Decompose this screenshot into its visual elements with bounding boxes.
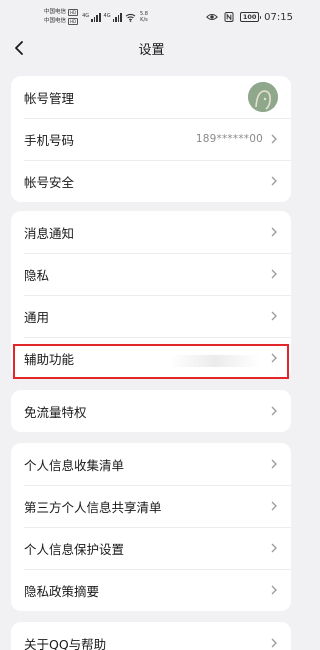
back-button[interactable] — [10, 39, 28, 57]
status-right: 100 07:15 — [206, 12, 293, 23]
network-type-1: 4G — [82, 12, 90, 19]
row-label: 关于QQ与帮助 — [24, 636, 107, 650]
third-party-sharing-item[interactable]: 第三方个人信息共享清单 — [11, 485, 291, 527]
nav-bar: 设置 — [0, 34, 303, 62]
row-label: 个人信息保护设置 — [24, 541, 125, 557]
nfc-icon — [224, 12, 234, 22]
row-label: 消息通知 — [24, 225, 75, 241]
account-card: 帐号管理 手机号码 189******00 帐号安全 — [11, 76, 291, 202]
row-label: 通用 — [24, 309, 50, 325]
chevron-right-icon — [271, 134, 277, 144]
about-help-item[interactable]: 关于QQ与帮助 — [11, 622, 291, 650]
general-card: 消息通知 隐私 通用 辅助功能 — [11, 211, 291, 379]
about-card: 关于QQ与帮助 — [11, 622, 291, 650]
row-label: 隐私 — [24, 267, 50, 283]
carrier-name-1: 中国电信 — [44, 8, 67, 15]
chevron-right-icon — [271, 353, 277, 363]
chevron-right-icon — [271, 311, 277, 321]
carrier-list: 中国电信 HD 中国电信 HD — [44, 8, 79, 25]
hd-badge-2: HD — [68, 18, 79, 25]
carrier-name-2: 中国电信 — [44, 17, 67, 24]
row-label: 手机号码 — [24, 132, 75, 148]
privacy-info-card: 个人信息收集清单 第三方个人信息共享清单 个人信息保护设置 隐私政策摘要 — [11, 443, 291, 611]
hd-badge-1: HD — [68, 9, 79, 16]
chevron-right-icon — [271, 227, 277, 237]
privacy-summary-item[interactable]: 隐私政策摘要 — [11, 569, 291, 611]
chevron-right-icon — [271, 585, 277, 595]
carrier-row-2: 中国电信 HD — [44, 17, 79, 25]
personal-info-list-item[interactable]: 个人信息收集清单 — [11, 443, 291, 485]
chevron-left-icon — [15, 41, 23, 55]
row-label: 辅助功能 — [24, 351, 75, 367]
signal-bars-2-icon — [112, 12, 122, 22]
row-label: 帐号管理 — [24, 90, 75, 106]
row-label: 隐私政策摘要 — [24, 583, 100, 599]
phone-number-item[interactable]: 手机号码 189******00 — [11, 118, 291, 160]
signal-group: 4G 4G — [82, 12, 136, 22]
chevron-right-icon — [271, 501, 277, 511]
account-security-item[interactable]: 帐号安全 — [11, 160, 291, 202]
clock: 07:15 — [264, 11, 293, 23]
accessibility-item[interactable]: 辅助功能 — [11, 337, 291, 379]
traffic-card: 免流量特权 — [11, 390, 291, 432]
chevron-right-icon — [271, 543, 277, 553]
network-type-2: 4G — [103, 12, 111, 19]
chevron-right-icon — [271, 269, 277, 279]
general-item[interactable]: 通用 — [11, 295, 291, 337]
network-status: 中国电信 HD 中国电信 HD 4G 4G 5.8 K/s — [44, 9, 148, 25]
account-management-item[interactable]: 帐号管理 — [11, 76, 291, 118]
phone-number-value: 189******00 — [195, 133, 263, 145]
free-traffic-item[interactable]: 免流量特权 — [11, 390, 291, 432]
chevron-right-icon — [271, 176, 277, 186]
privacy-item[interactable]: 隐私 — [11, 253, 291, 295]
row-label: 免流量特权 — [24, 404, 87, 420]
speed-unit: K/s — [140, 17, 148, 23]
row-right: 189******00 — [196, 133, 278, 145]
chevron-right-icon — [271, 638, 277, 648]
wifi-icon — [125, 13, 136, 22]
row-label: 第三方个人信息共享清单 — [24, 499, 162, 515]
row-label: 帐号安全 — [24, 174, 75, 190]
page-title: 设置 — [138, 42, 165, 58]
row-label: 个人信息收集清单 — [24, 457, 125, 473]
signal-bars-1-icon — [91, 12, 101, 22]
avatar — [248, 82, 278, 112]
network-speed: 5.8 K/s — [140, 11, 148, 23]
status-bar: 中国电信 HD 中国电信 HD 4G 4G 5.8 K/s 100 07:15 — [0, 0, 303, 34]
chevron-right-icon — [271, 459, 277, 469]
notifications-item[interactable]: 消息通知 — [11, 211, 291, 253]
info-protection-settings-item[interactable]: 个人信息保护设置 — [11, 527, 291, 569]
carrier-row-1: 中国电信 HD — [44, 8, 79, 16]
battery-icon: 100 — [240, 12, 262, 22]
eye-icon — [206, 13, 218, 21]
chevron-right-icon — [271, 406, 277, 416]
avatar-image — [248, 82, 278, 112]
battery-level: 100 — [242, 13, 257, 21]
